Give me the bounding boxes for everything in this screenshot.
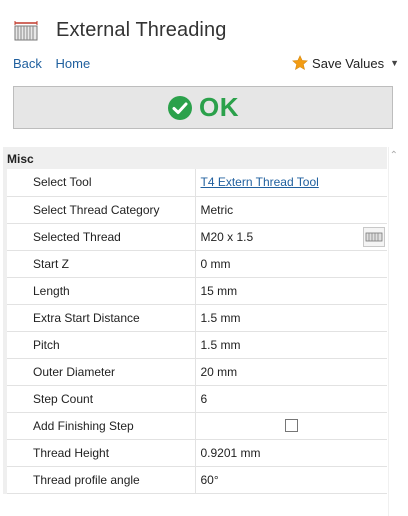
ok-label: OK <box>199 92 239 122</box>
breadcrumb: Back Home <box>13 56 100 71</box>
property-value[interactable]: 0 mm <box>195 250 387 278</box>
property-value[interactable] <box>195 412 387 440</box>
property-value[interactable]: T4 Extern Thread Tool <box>195 169 387 197</box>
property-value[interactable]: 1.5 mm <box>195 304 387 332</box>
property-value[interactable]: 6 <box>195 385 387 413</box>
page-title: External Threading <box>56 19 227 41</box>
table-row[interactable]: Outer Diameter 20 mm <box>3 358 387 386</box>
property-name: Thread Height <box>7 439 196 467</box>
property-name: Select Thread Category <box>7 196 196 224</box>
property-name: Add Finishing Step <box>7 412 196 440</box>
section-header[interactable]: Misc <box>3 147 387 169</box>
property-name: Select Tool <box>7 169 196 197</box>
table-row[interactable]: Select Tool T4 Extern Thread Tool <box>3 169 387 197</box>
header: External Threading <box>0 0 408 56</box>
selected-thread-value: M20 x 1.5 <box>200 229 254 244</box>
scrollbar[interactable]: ⌃ <box>388 147 408 516</box>
chevron-down-icon: ▼ <box>390 58 399 68</box>
property-name: Outer Diameter <box>7 358 196 386</box>
home-link[interactable]: Home <box>56 56 91 71</box>
property-value[interactable]: M20 x 1.5 <box>195 223 387 251</box>
table-row[interactable]: Selected Thread M20 x 1.5 <box>3 223 387 251</box>
property-value[interactable]: 1.5 mm <box>195 331 387 359</box>
property-name: Thread profile angle <box>7 466 196 494</box>
thread-tool-icon <box>13 18 41 46</box>
table-row[interactable]: Start Z 0 mm <box>3 250 387 278</box>
check-circle-icon <box>167 95 193 121</box>
table-row[interactable]: Add Finishing Step <box>3 412 387 440</box>
property-value[interactable]: 60° <box>195 466 387 494</box>
save-values-button[interactable]: Save Values ▼ <box>292 55 399 71</box>
property-name: Length <box>7 277 196 305</box>
table-row[interactable]: Thread Height 0.9201 mm <box>3 439 387 467</box>
thread-picker-icon <box>365 232 383 241</box>
save-values-label: Save Values <box>312 55 385 71</box>
table-row[interactable]: Length 15 mm <box>3 277 387 305</box>
table-row[interactable]: Extra Start Distance 1.5 mm <box>3 304 387 332</box>
add-finishing-step-checkbox[interactable] <box>285 419 299 432</box>
property-value[interactable]: 15 mm <box>195 277 387 305</box>
star-icon <box>292 55 308 71</box>
property-name: Extra Start Distance <box>7 304 196 332</box>
property-table: Select Tool T4 Extern Thread Tool Select… <box>3 169 387 494</box>
table-row[interactable]: Thread profile angle 60° <box>3 466 387 494</box>
property-name: Start Z <box>7 250 196 278</box>
select-tool-link[interactable]: T4 Extern Thread Tool <box>201 175 319 189</box>
table-row[interactable]: Step Count 6 <box>3 385 387 413</box>
property-value[interactable]: 0.9201 mm <box>195 439 387 467</box>
property-name: Step Count <box>7 385 196 413</box>
property-name: Selected Thread <box>7 223 196 251</box>
back-link[interactable]: Back <box>13 56 42 71</box>
table-row[interactable]: Pitch 1.5 mm <box>3 331 387 359</box>
thread-picker-button[interactable] <box>363 226 385 247</box>
property-value[interactable]: 20 mm <box>195 358 387 386</box>
property-value[interactable]: Metric <box>195 196 387 224</box>
property-name: Pitch <box>7 331 196 359</box>
section-label: Misc <box>7 152 34 166</box>
table-row[interactable]: Select Thread Category Metric <box>3 196 387 224</box>
ok-button[interactable]: OK <box>13 86 393 129</box>
property-grid: Misc ⌃ Select Tool T4 Extern Thread Tool… <box>0 147 408 516</box>
scroll-up-icon[interactable]: ⌃ <box>390 150 398 161</box>
